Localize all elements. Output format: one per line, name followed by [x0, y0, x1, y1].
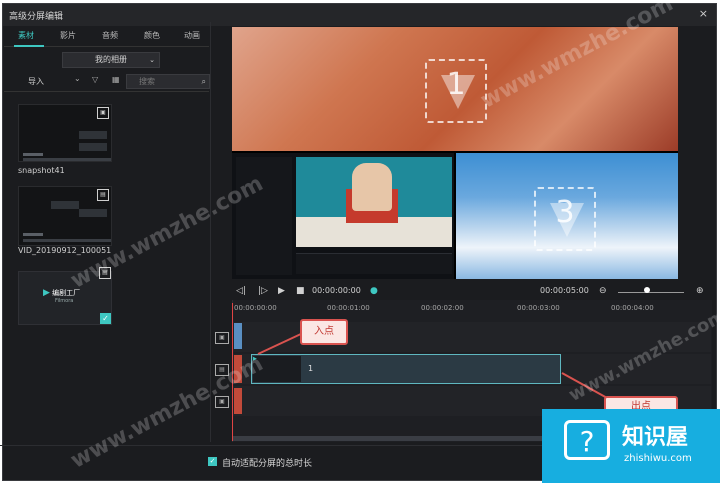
timeline-ruler[interactable]: 00:00:00:00 00:00:01:00 00:00:02:00 00:0… [233, 304, 711, 318]
thumbnail-preview-block [79, 143, 107, 151]
playhead[interactable] [232, 303, 233, 441]
chevron-down-icon: ⌄ [149, 56, 155, 64]
stop-icon[interactable]: ■ [296, 286, 305, 296]
media-item-label: VID_20190912_100051 [18, 246, 112, 255]
split-screen-preview: 1 3 [232, 27, 678, 279]
drop-zone-1[interactable]: 1 [425, 59, 487, 123]
media-toolbar: 导入 ⌄ ▽ ▦ 搜索 ⌕ [4, 74, 210, 89]
panel-divider [210, 22, 211, 442]
image-type-icon: ▣ [97, 107, 109, 119]
search-icon[interactable]: ⌕ [202, 75, 206, 88]
thumbnail-bar [23, 153, 43, 156]
brand-badge: ? 知识屋 zhishiwu.com [542, 409, 720, 483]
thumbnail-bar [23, 233, 43, 236]
progress-dot-icon[interactable]: ● [370, 286, 378, 296]
play-icon[interactable]: |▷ [258, 286, 268, 296]
preview-slot-2[interactable] [232, 153, 454, 279]
logo-subtitle: Filmora [55, 298, 74, 304]
slot-number: 1 [446, 67, 466, 102]
tab-audio[interactable]: 音频 [102, 30, 118, 41]
thumbnail-bar [23, 239, 111, 242]
playback-controls: ◁| |▷ ▶ ■ 00:00:00:00 ● 00:00:05:00 ⊖ ⊕ [232, 285, 714, 301]
search-input[interactable]: 搜索 ⌕ [126, 74, 210, 89]
ruler-label: 00:00:01:00 [327, 304, 370, 312]
auto-fit-checkbox[interactable]: ✓ [208, 457, 217, 466]
import-dropdown-icon[interactable]: ⌄ [74, 74, 81, 83]
auto-fit-label: 自动适配分屏的总时长 [222, 459, 313, 469]
video-track-icon: ▤ [215, 364, 229, 376]
track-header-column: ▣ ▤ ▣ [212, 300, 233, 442]
video-frame-scene [296, 157, 452, 247]
preview-slot-1[interactable]: 1 [232, 27, 678, 151]
thumbnail-preview-block [79, 209, 107, 217]
zoom-slider-handle[interactable] [644, 287, 650, 293]
brand-url: zhishiwu.com [624, 453, 692, 464]
zoom-in-icon[interactable]: ⊕ [696, 286, 704, 296]
ruler-label: 00:00:02:00 [421, 304, 464, 312]
current-time: 00:00:00:00 [312, 286, 361, 295]
slot-number: 3 [555, 195, 575, 230]
image-track-icon: ▣ [215, 332, 229, 344]
ruler-label: 00:00:00:00 [234, 304, 277, 312]
total-time: 00:00:05:00 [540, 286, 589, 295]
thumbnail-bar [23, 158, 111, 161]
brand-logo-icon: ? [564, 420, 610, 460]
image-track-icon: ▣ [215, 396, 229, 408]
drop-zone-3[interactable]: 3 [534, 187, 596, 251]
active-tab-indicator [14, 45, 44, 47]
thumbnail-preview-block [79, 131, 107, 139]
ruler-label: 00:00:03:00 [517, 304, 560, 312]
media-panel: 素材 影片 音频 颜色 动画 我的相册 ⌄ 导入 ⌄ ▽ ▦ 搜索 ⌕ ▣ sn… [4, 24, 210, 442]
title-bar: 高级分屏编辑 × [3, 4, 716, 26]
preview-slot-3[interactable]: 3 [456, 153, 678, 279]
brand-name: 知识屋 [622, 425, 689, 450]
video-clip[interactable]: ▶ 1 [251, 354, 561, 384]
video-type-icon: ▤ [97, 189, 109, 201]
in-point-callout: 入点 [300, 319, 348, 345]
video-frame-timeline [296, 253, 452, 274]
play-button[interactable]: ▶ [278, 286, 285, 296]
step-back-icon[interactable]: ◁| [236, 286, 246, 296]
divider [4, 91, 209, 92]
thumbnail-preview-block [51, 201, 79, 209]
video-frame-side [236, 157, 292, 275]
track-2-clip-start[interactable] [234, 355, 242, 383]
scene-person [352, 163, 392, 211]
filter-icon[interactable]: ▽ [92, 75, 98, 84]
logo: ▶ 编剧工厂 [43, 288, 81, 298]
tab-movie[interactable]: 影片 [60, 30, 76, 41]
video-frame [236, 157, 452, 275]
zoom-slider[interactable] [618, 292, 684, 293]
media-thumbnail-logo[interactable]: ▤ ▶ 编剧工厂 Filmora ✓ [18, 267, 112, 325]
close-icon[interactable]: × [699, 7, 708, 20]
track-3-clip[interactable] [234, 388, 242, 414]
grid-view-icon[interactable]: ▦ [112, 75, 120, 84]
video-type-icon: ▤ [99, 267, 111, 279]
clip-thumbnail: ▶ [253, 356, 301, 382]
selected-checkmark-icon[interactable]: ✓ [100, 313, 111, 324]
album-select-value: 我的相册 [95, 55, 127, 64]
clip-number: 1 [308, 364, 314, 373]
ruler-label: 00:00:04:00 [611, 304, 654, 312]
tab-color[interactable]: 颜色 [144, 30, 160, 41]
media-tabs: 素材 影片 音频 颜色 动画 [4, 30, 209, 47]
import-button[interactable]: 导入 [28, 76, 44, 87]
media-thumbnail-snapshot41[interactable]: ▣ [18, 104, 112, 162]
tab-underline [4, 45, 209, 47]
media-item-label: snapshot41 [18, 166, 65, 175]
track-1-clip[interactable] [234, 323, 242, 349]
media-thumbnail-vid[interactable]: ▤ [18, 186, 112, 246]
tab-animation[interactable]: 动画 [184, 30, 200, 41]
album-select[interactable]: 我的相册 ⌄ [62, 52, 160, 68]
search-placeholder: 搜索 [139, 77, 155, 86]
zoom-out-icon[interactable]: ⊖ [599, 286, 607, 296]
window-title: 高级分屏编辑 [9, 12, 64, 22]
tab-media[interactable]: 素材 [18, 30, 34, 41]
